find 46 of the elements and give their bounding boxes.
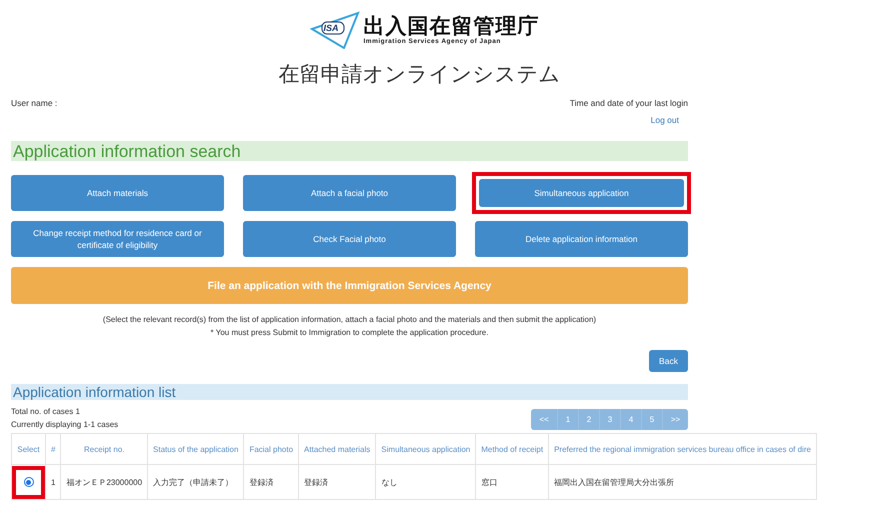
select-radio[interactable] — [24, 477, 34, 487]
page-button[interactable]: 5 — [641, 409, 662, 430]
table-cell: 窓口 — [476, 464, 549, 500]
triangle-logo-icon — [310, 11, 360, 49]
last-login-label: Time and date of your last login — [570, 98, 688, 108]
column-header: Status of the application — [148, 434, 244, 464]
action-button[interactable]: Check Facial photo — [243, 221, 456, 257]
section-title: Application information list — [11, 384, 688, 400]
file-application-button[interactable]: File an application with the Immigration Services Agency — [11, 267, 688, 304]
column-header: Method of receipt — [476, 434, 549, 464]
table-cell: 登録済 — [244, 464, 299, 500]
table-cell: なし — [376, 464, 476, 500]
logout-link[interactable]: Log out — [650, 115, 679, 125]
agency-name: 出入国在留管理庁 — [364, 16, 540, 38]
logo-mark: ISA — [324, 23, 339, 33]
user-name-label: User name : — [11, 98, 58, 108]
table-cell: 福岡出入国在留管理局大分出張所 — [548, 464, 816, 500]
action-button[interactable]: Attach a facial photo — [243, 175, 456, 211]
page-button[interactable]: 1 — [557, 409, 578, 430]
instruction-text: (Select the relevant record(s) from the list of application information, attach a facial photo and the materials and then submit the application) — [102, 314, 598, 326]
table-cell: 福オンＥＰ23000000 — [60, 464, 148, 500]
display-range: Currently displaying 1-1 cases — [11, 419, 118, 431]
action-button[interactable]: Delete application information — [475, 221, 688, 257]
page-button[interactable]: << — [531, 409, 557, 430]
page-button[interactable]: 4 — [620, 409, 641, 430]
column-header: Simultaneous application — [376, 434, 476, 464]
table-cell: 登録済 — [298, 464, 376, 500]
page-button[interactable]: 2 — [578, 409, 599, 430]
total-count: Total no. of cases 1 — [11, 406, 81, 418]
table-cell: 入力完了（申請未了） — [148, 464, 244, 500]
section-title: Application information search — [11, 141, 688, 161]
page-button[interactable]: >> — [662, 409, 688, 430]
column-header: Facial photo — [244, 434, 299, 464]
page-button[interactable]: 3 — [599, 409, 620, 430]
action-button[interactable]: Simultaneous application — [479, 179, 684, 207]
column-header: # — [46, 434, 61, 464]
table-cell: 1 — [46, 464, 61, 500]
action-button[interactable]: Change receipt method for residence card or certificate of eligibility — [11, 221, 224, 257]
column-header: Select — [12, 434, 46, 464]
action-button[interactable]: Attach materials — [11, 175, 224, 211]
system-title: 在留申請オンラインシステム — [278, 62, 562, 88]
column-header: Preferred the regional immigration services bureau office in cases of dire — [548, 434, 816, 464]
column-header: Receipt no. — [60, 434, 148, 464]
instruction-text: * You must press Submit to Immigration to complete the application procedure. — [210, 327, 490, 339]
back-button[interactable]: Back — [649, 350, 688, 372]
column-header: Attached materials — [298, 434, 376, 464]
